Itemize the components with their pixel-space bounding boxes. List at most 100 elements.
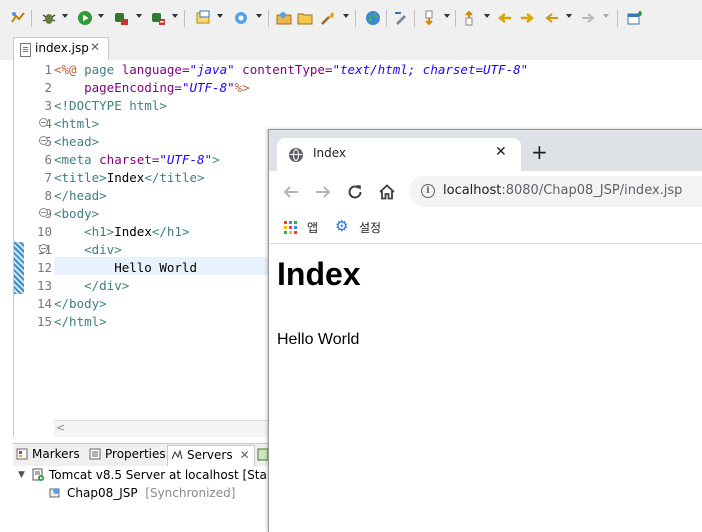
url-text[interactable]: localhost:8080/Chap08_JSP/index.jsp [443, 183, 682, 198]
toolbar-separator [184, 10, 185, 27]
project-row-chap08[interactable]: Chap08_JSP [Synchronized] [67, 486, 235, 500]
code-token: Index [106, 170, 145, 185]
line-number: 11 [24, 241, 52, 259]
code-line-6[interactable]: <meta charset="UTF-8"> [54, 151, 220, 169]
run-dropdown-arrow-icon[interactable] [98, 14, 104, 18]
open-folder-icon[interactable] [297, 10, 313, 26]
fold-toggle-icon[interactable]: − [39, 118, 48, 127]
fold-toggle-icon[interactable]: − [39, 208, 48, 217]
tab-markers[interactable]: Markers [16, 447, 80, 465]
info-icon[interactable]: i [421, 184, 435, 198]
arrow-left-icon[interactable] [282, 183, 300, 201]
coverage-dropdown-arrow-icon[interactable] [136, 14, 142, 18]
new-dropdown-arrow-icon[interactable] [217, 14, 223, 18]
server-row-tomcat[interactable]: Tomcat v8.5 Server at localhost [Started [49, 468, 292, 482]
code-token: "java" [189, 62, 235, 77]
new-tab-plus-icon[interactable]: + [531, 142, 548, 162]
code-token: <title> [54, 170, 107, 185]
annotation-edit-icon[interactable] [393, 10, 409, 26]
line-number: 14 [36, 296, 52, 311]
code-line-12[interactable]: Hello World [54, 259, 197, 277]
code-line-13[interactable]: </div> [54, 277, 129, 295]
markers-icon [16, 448, 28, 460]
toolbar-separator [268, 10, 269, 27]
debug-bug-icon[interactable] [41, 10, 57, 26]
bookmarks-bar: 앱 ⚙ 설정 [269, 213, 702, 244]
reload-icon[interactable] [346, 183, 364, 201]
run-coverage-icon[interactable] [113, 10, 129, 26]
code-token: "UTF-8" [181, 80, 235, 95]
code-line-14[interactable]: </body> [54, 295, 107, 313]
code-token: <html> [54, 116, 100, 131]
back-history-dropdown-arrow-icon[interactable] [566, 14, 572, 18]
server-label: Tomcat v8.5 Server at localhost [Started [49, 468, 292, 482]
new-web-project-icon[interactable] [195, 10, 211, 26]
external-tools-icon[interactable] [150, 10, 166, 26]
line-number: 15 [36, 314, 52, 329]
browser-tab-index[interactable]: Index ✕ [277, 138, 521, 171]
code-line-9[interactable]: <body> [54, 205, 99, 223]
previous-annotation-dropdown-arrow-icon[interactable] [484, 14, 490, 18]
editor-tab-index-jsp[interactable]: index.jsp ✕ [13, 37, 109, 61]
line-number: 12 [36, 260, 52, 275]
fold-toggle-icon[interactable]: − [39, 136, 48, 145]
line-number: 5 [44, 134, 52, 149]
code-token: <div> [54, 242, 122, 257]
home-icon[interactable] [378, 183, 396, 201]
next-annotation-dropdown-arrow-icon[interactable] [444, 14, 450, 18]
wizard-dropdown-arrow-icon[interactable] [256, 14, 262, 18]
code-token: </h1> [151, 224, 190, 239]
bookmark-apps[interactable]: 앱 [307, 219, 318, 236]
settings-gear-icon[interactable]: ⚙ [335, 219, 348, 234]
external-tools-dropdown-arrow-icon[interactable] [172, 14, 178, 18]
tab-servers[interactable]: Servers ✕ [167, 445, 255, 466]
code-line-10[interactable]: <h1>Index</h1> [54, 223, 190, 241]
code-line-2[interactable]: pageEncoding="UTF-8"%> [54, 79, 250, 97]
run-icon[interactable] [77, 10, 93, 26]
debug-dropdown-arrow-icon[interactable] [62, 14, 68, 18]
bookmark-settings[interactable]: 설정 [359, 219, 381, 236]
last-edit-location-icon[interactable] [497, 10, 513, 26]
code-line-5[interactable]: <head> [54, 133, 99, 151]
code-line-3[interactable]: <!DOCTYPE html> [54, 97, 167, 115]
forward-history-icon[interactable] [580, 10, 596, 26]
back-history-icon[interactable] [544, 10, 560, 26]
code-token: > [212, 152, 220, 167]
next-annotation-icon[interactable] [422, 10, 438, 26]
code-line-7[interactable]: <title>Index</title> [54, 169, 205, 187]
forward-edit-icon[interactable] [519, 10, 535, 26]
code-line-11[interactable]: <div> [54, 241, 122, 259]
page-body-text: Hello World [277, 331, 360, 348]
code-token: <h1> [54, 224, 115, 239]
debug-perspective-icon[interactable] [10, 10, 26, 26]
apps-grid-icon[interactable] [284, 221, 297, 234]
arrow-right-icon[interactable] [314, 183, 332, 201]
scroll-left-arrow-icon[interactable]: < [56, 421, 65, 434]
code-token: Hello World [54, 260, 197, 275]
new-wizard-icon[interactable] [233, 10, 249, 26]
fold-toggle-icon[interactable]: − [39, 244, 48, 253]
forward-history-dropdown-arrow-icon[interactable] [603, 14, 609, 18]
search-torch-icon[interactable] [320, 10, 336, 26]
code-line-8[interactable]: </head> [54, 187, 107, 205]
close-icon[interactable]: ✕ [495, 144, 507, 160]
code-line-15[interactable]: </html> [54, 313, 107, 331]
browser-window: Index ✕ + i localhost:8080/Chap08_JSP/in… [268, 129, 702, 532]
search-dropdown-arrow-icon[interactable] [343, 14, 349, 18]
chevron-down-icon[interactable]: ▼ [18, 470, 25, 480]
tab-properties[interactable]: Properties [89, 447, 166, 465]
browser-globe-icon[interactable] [365, 10, 381, 26]
open-perspective-icon[interactable] [627, 10, 643, 26]
code-line-1[interactable]: <%@ page language="java" contentType="te… [54, 61, 528, 79]
close-icon[interactable]: ✕ [240, 448, 250, 462]
code-line-4[interactable]: <html> [54, 115, 99, 133]
address-bar[interactable]: i localhost:8080/Chap08_JSP/index.jsp [409, 176, 702, 207]
jsp-file-icon [20, 43, 31, 57]
code-token: "text/html; charset=UTF-8" [332, 62, 529, 77]
previous-annotation-icon[interactable] [462, 10, 478, 26]
line-number: 9 [44, 206, 52, 221]
close-icon[interactable]: ✕ [90, 40, 100, 54]
line-number: 3 [44, 98, 52, 113]
code-token: </head> [54, 188, 107, 203]
open-type-icon[interactable] [276, 10, 292, 26]
